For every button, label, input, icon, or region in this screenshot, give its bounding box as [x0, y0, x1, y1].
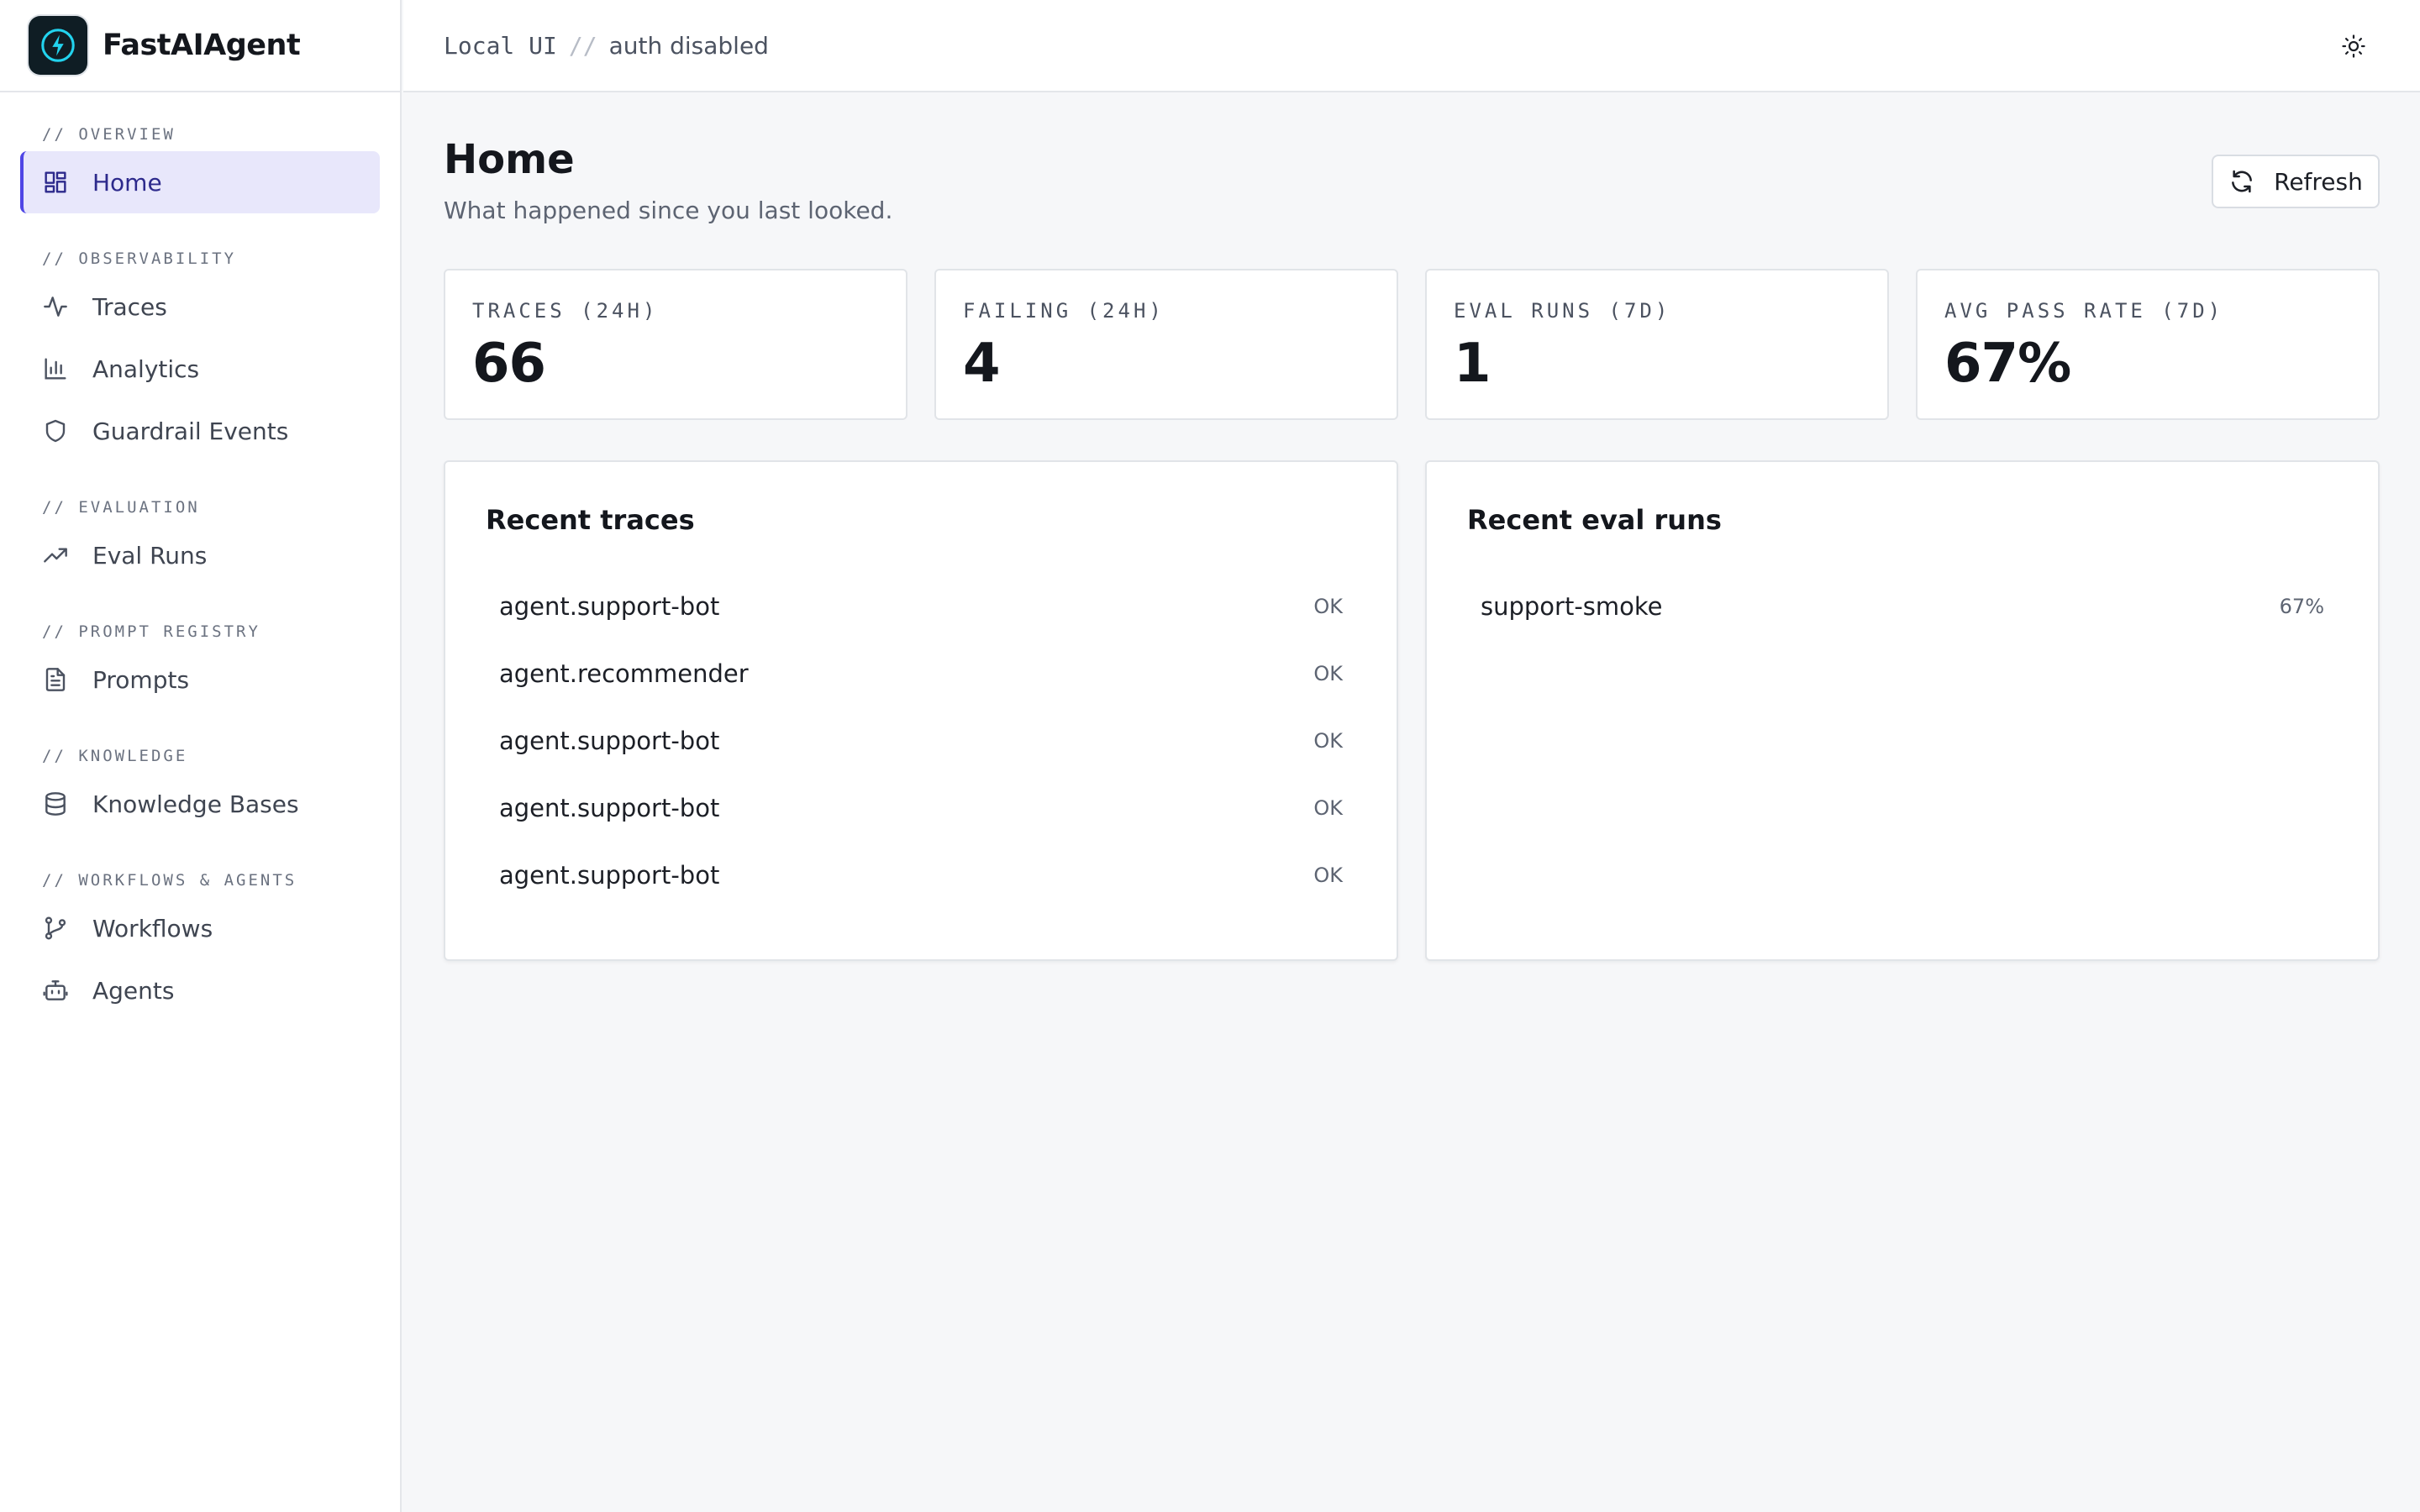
- recent-traces-panel: Recent traces agent.support-bot OK agent…: [444, 460, 1398, 961]
- sidebar-item-prompts[interactable]: Prompts: [20, 648, 380, 711]
- trace-status: OK: [1313, 595, 1343, 618]
- trace-name: agent.support-bot: [499, 727, 720, 755]
- stat-value: 1: [1454, 333, 1491, 395]
- page-title: Home: [444, 136, 575, 183]
- stat-value: 4: [963, 333, 1001, 395]
- shield-icon: [45, 419, 66, 443]
- brand-logo-icon: [29, 16, 87, 75]
- breadcrumb-separator: //: [568, 31, 597, 60]
- sun-icon: [2342, 34, 2365, 58]
- stat-value: 66: [472, 333, 546, 395]
- sidebar-item-label: Analytics: [92, 354, 200, 383]
- trending-up-icon: [44, 548, 67, 563]
- trace-status: OK: [1313, 796, 1343, 820]
- section-label-prompt-registry: // PROMPT REGISTRY: [42, 622, 260, 641]
- stat-card-eval-runs: EVAL RUNS (7D) 1: [1425, 269, 1889, 420]
- trace-name: agent.support-bot: [499, 794, 720, 822]
- stat-label: EVAL RUNS (7D): [1454, 299, 1671, 323]
- auth-status: auth disabled: [608, 31, 769, 60]
- sidebar-item-label: Eval Runs: [92, 541, 208, 570]
- stat-card-avg-pass-rate: AVG PASS RATE (7D) 67%: [1916, 269, 2380, 420]
- stat-card-failing: FAILING (24H) 4: [934, 269, 1398, 420]
- sidebar-item-label: Knowledge Bases: [92, 790, 299, 818]
- bar-chart-icon: [45, 358, 66, 380]
- refresh-icon: [2232, 170, 2253, 193]
- sidebar-item-knowledge-bases[interactable]: Knowledge Bases: [20, 773, 380, 835]
- refresh-button[interactable]: Refresh: [2212, 155, 2380, 208]
- sidebar-item-label: Prompts: [92, 665, 190, 694]
- trace-status: OK: [1313, 864, 1343, 887]
- trace-status: OK: [1313, 729, 1343, 753]
- topbar: Local UI // auth disabled: [403, 0, 2420, 92]
- sidebar-item-analytics[interactable]: Analytics: [20, 338, 380, 400]
- section-label-workflows-agents: // WORKFLOWS & AGENTS: [42, 871, 297, 890]
- activity-icon: [44, 297, 67, 317]
- trace-name: agent.support-bot: [499, 592, 720, 621]
- section-label-observability: // OBSERVABILITY: [42, 249, 237, 268]
- stats-row: TRACES (24H) 66 FAILING (24H) 4 EVAL RUN…: [444, 269, 2380, 420]
- eval-run-name: support-smoke: [1481, 592, 1663, 621]
- section-label-overview: // OVERVIEW: [42, 125, 176, 144]
- recent-eval-runs-list: support-smoke 67%: [1467, 573, 2324, 640]
- refresh-button-label: Refresh: [2274, 167, 2363, 196]
- dashboard-icon: [45, 171, 66, 193]
- trace-status: OK: [1313, 662, 1343, 685]
- recent-traces-list: agent.support-bot OK agent.recommender O…: [486, 573, 1343, 909]
- sidebar-item-label: Traces: [92, 292, 167, 321]
- brand[interactable]: FastAIAgent: [0, 0, 400, 92]
- recent-eval-runs-panel: Recent eval runs support-smoke 67%: [1425, 460, 2380, 961]
- sidebar: FastAIAgent // OVERVIEW Home // OBSERVAB…: [0, 0, 402, 1512]
- bot-icon: [43, 980, 68, 1000]
- sidebar-item-agents[interactable]: Agents: [20, 959, 380, 1021]
- list-item[interactable]: agent.support-bot OK: [486, 774, 1343, 842]
- trace-name: agent.support-bot: [499, 861, 720, 890]
- mode-label: Local UI: [444, 31, 557, 60]
- sidebar-item-eval-runs[interactable]: Eval Runs: [20, 524, 380, 586]
- panel-title: Recent eval runs: [1467, 504, 1722, 536]
- sidebar-item-label: Guardrail Events: [92, 417, 289, 445]
- sidebar-item-traces[interactable]: Traces: [20, 276, 380, 338]
- trace-name: agent.recommender: [499, 659, 749, 688]
- sidebar-item-label: Workflows: [92, 914, 213, 942]
- panel-title: Recent traces: [486, 504, 695, 536]
- sidebar-item-home[interactable]: Home: [20, 151, 380, 213]
- sidebar-item-label: Home: [92, 168, 162, 197]
- brand-name: FastAIAgent: [103, 29, 301, 62]
- page-subtitle: What happened since you last looked.: [444, 197, 893, 224]
- section-label-knowledge: // KNOWLEDGE: [42, 747, 188, 765]
- eval-run-pass-rate: 67%: [2279, 595, 2324, 618]
- sidebar-item-label: Agents: [92, 976, 175, 1005]
- list-item[interactable]: agent.support-bot OK: [486, 842, 1343, 909]
- file-text-icon: [45, 668, 66, 691]
- stat-card-traces: TRACES (24H) 66: [444, 269, 908, 420]
- stat-label: FAILING (24H): [963, 299, 1165, 323]
- list-item[interactable]: agent.recommender OK: [486, 640, 1343, 707]
- stat-label: AVG PASS RATE (7D): [1944, 299, 2224, 323]
- list-item[interactable]: agent.support-bot OK: [486, 707, 1343, 774]
- stat-value: 67%: [1944, 333, 2071, 395]
- list-item[interactable]: support-smoke 67%: [1467, 573, 2324, 640]
- sidebar-item-workflows[interactable]: Workflows: [20, 897, 380, 959]
- database-icon: [45, 792, 66, 816]
- sidebar-nav: // OVERVIEW Home // OBSERVABILITY Traces…: [0, 92, 400, 1021]
- sidebar-item-guardrail-events[interactable]: Guardrail Events: [20, 400, 380, 462]
- theme-toggle-button[interactable]: [2336, 29, 2371, 64]
- git-branch-icon: [45, 916, 66, 940]
- section-label-evaluation: // EVALUATION: [42, 498, 200, 517]
- list-item[interactable]: agent.support-bot OK: [486, 573, 1343, 640]
- stat-label: TRACES (24H): [472, 299, 659, 323]
